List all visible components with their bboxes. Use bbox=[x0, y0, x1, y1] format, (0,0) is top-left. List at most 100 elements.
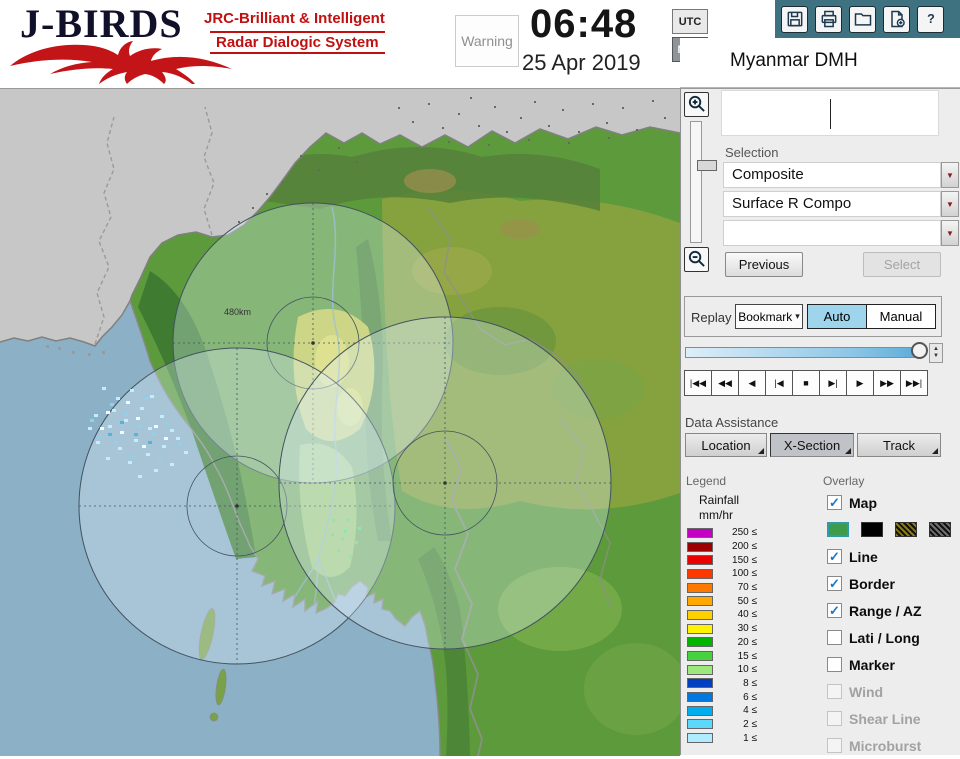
checkbox[interactable] bbox=[827, 711, 842, 726]
save-button[interactable] bbox=[781, 5, 808, 33]
playback-button[interactable]: ▶ bbox=[846, 370, 874, 396]
x-section-button[interactable]: X-Section bbox=[770, 433, 854, 457]
zoom-in-icon bbox=[687, 94, 706, 116]
playback-button[interactable]: ▶| bbox=[819, 370, 847, 396]
dropdown-arrow-button[interactable] bbox=[941, 162, 959, 188]
legend-row: 70 ≤ bbox=[687, 581, 757, 595]
product-dropdown-value[interactable]: Composite bbox=[723, 162, 941, 188]
legend-value: 20 ≤ bbox=[737, 636, 757, 648]
zoom-out-icon bbox=[687, 249, 706, 271]
legend-swatch bbox=[687, 719, 713, 730]
legend-row: 30 ≤ bbox=[687, 622, 757, 636]
overlay-item-label: Line bbox=[849, 548, 878, 565]
checkbox[interactable]: ✓ bbox=[827, 576, 842, 591]
open-folder-button[interactable] bbox=[849, 5, 876, 33]
save-icon bbox=[785, 9, 805, 29]
legend-row: 150 ≤ bbox=[687, 553, 757, 567]
radar-map[interactable]: 480km bbox=[0, 88, 680, 756]
svg-text:?: ? bbox=[927, 12, 935, 26]
legend-title: Rainfall bbox=[699, 493, 740, 507]
legend-value: 150 ≤ bbox=[732, 554, 757, 566]
dropdown-arrow-button[interactable] bbox=[941, 220, 959, 246]
export-button[interactable] bbox=[883, 5, 910, 33]
map-style-swatch[interactable] bbox=[895, 522, 917, 537]
playback-button[interactable]: |◀◀ bbox=[684, 370, 712, 396]
manual-button[interactable]: Manual bbox=[866, 304, 936, 329]
overlay-item-label: Map bbox=[849, 494, 877, 511]
overlay-item-shear-line: Shear Line bbox=[827, 705, 956, 732]
option-dropdown-value[interactable] bbox=[723, 220, 941, 246]
map-style-swatch[interactable] bbox=[861, 522, 883, 537]
legend-value: 250 ≤ bbox=[732, 527, 757, 539]
playback-button[interactable]: ■ bbox=[792, 370, 820, 396]
legend-swatch bbox=[687, 733, 713, 744]
playback-button[interactable]: ◀ bbox=[738, 370, 766, 396]
map-style-swatch[interactable] bbox=[929, 522, 951, 537]
legend-row: 2 ≤ bbox=[687, 718, 757, 732]
legend-swatch bbox=[687, 541, 713, 552]
control-panel: Selection Composite Surface R Compo Prev… bbox=[680, 88, 960, 755]
previous-button[interactable]: Previous bbox=[725, 252, 803, 277]
legend-row: 4 ≤ bbox=[687, 704, 757, 718]
zoom-slider-handle[interactable] bbox=[697, 160, 717, 171]
checkbox[interactable] bbox=[827, 684, 842, 699]
utc-button[interactable]: UTC bbox=[672, 9, 708, 34]
subproduct-dropdown-value[interactable]: Surface R Compo bbox=[723, 191, 941, 217]
legend-value: 50 ≤ bbox=[737, 595, 757, 607]
toolbar: ? bbox=[775, 0, 960, 38]
location-button[interactable]: Location bbox=[685, 433, 767, 457]
option-dropdown[interactable] bbox=[723, 220, 959, 246]
time-slider[interactable] bbox=[685, 341, 943, 363]
product-dropdown[interactable]: Composite bbox=[723, 162, 959, 188]
playback-button[interactable]: ▶▶ bbox=[873, 370, 901, 396]
overlay-item-label: Lati / Long bbox=[849, 629, 920, 646]
zoom-slider[interactable] bbox=[690, 121, 717, 243]
legend-swatch bbox=[687, 527, 713, 538]
legend-value: 15 ≤ bbox=[737, 650, 757, 662]
map-style-swatch[interactable] bbox=[827, 522, 849, 537]
legend-swatch bbox=[687, 651, 713, 662]
overlay-item-map: ✓ Map bbox=[827, 489, 956, 516]
legend-row: 50 ≤ bbox=[687, 594, 757, 608]
select-button[interactable]: Select bbox=[863, 252, 941, 277]
zoom-out-button[interactable] bbox=[684, 247, 709, 272]
legend-row: 20 ≤ bbox=[687, 636, 757, 650]
bookmark-button[interactable]: Bookmark bbox=[735, 304, 803, 329]
legend-swatch bbox=[687, 568, 713, 579]
print-button[interactable] bbox=[815, 5, 842, 33]
checkbox[interactable]: ✓ bbox=[827, 603, 842, 618]
command-input[interactable] bbox=[721, 90, 939, 136]
legend-units: mm/hr bbox=[699, 508, 733, 522]
overlay-item-label: Marker bbox=[849, 656, 895, 673]
checkbox[interactable] bbox=[827, 630, 842, 645]
time-spinner[interactable] bbox=[929, 343, 943, 363]
auto-button[interactable]: Auto bbox=[807, 304, 867, 329]
dropdown-arrow-button[interactable] bbox=[941, 191, 959, 217]
checkbox[interactable]: ✓ bbox=[827, 549, 842, 564]
legend-value: 10 ≤ bbox=[737, 664, 757, 676]
legend-value: 200 ≤ bbox=[732, 541, 757, 553]
legend-scale: 250 ≤ 200 ≤150 ≤ 100 ≤ 70 ≤50 ≤ 40 ≤ 30 ≤20 ≤… bbox=[687, 526, 757, 745]
zoom-in-button[interactable] bbox=[684, 92, 709, 117]
time-slider-handle[interactable] bbox=[911, 342, 928, 359]
track-button[interactable]: Track bbox=[857, 433, 941, 457]
subproduct-dropdown[interactable]: Surface R Compo bbox=[723, 191, 959, 217]
legend-swatch bbox=[687, 555, 713, 566]
playback-button[interactable]: ◀◀ bbox=[711, 370, 739, 396]
overlay-item-line: ✓ Line bbox=[827, 543, 956, 570]
help-button[interactable]: ? bbox=[917, 5, 944, 33]
legend-row: 8 ≤ bbox=[687, 677, 757, 691]
overlay-item-label: Microburst bbox=[849, 737, 922, 754]
checkbox[interactable]: ✓ bbox=[827, 495, 842, 510]
playback-button[interactable]: |◀ bbox=[765, 370, 793, 396]
time-slider-track[interactable] bbox=[685, 347, 923, 358]
checkbox[interactable] bbox=[827, 657, 842, 672]
warning-indicator[interactable]: Warning bbox=[455, 15, 519, 67]
legend-row: 10 ≤ bbox=[687, 663, 757, 677]
checkbox[interactable] bbox=[827, 738, 842, 753]
legend-value: 2 ≤ bbox=[743, 718, 757, 730]
folder-icon bbox=[853, 9, 873, 29]
legend-value: 6 ≤ bbox=[743, 691, 757, 703]
playback-button[interactable]: ▶▶| bbox=[900, 370, 928, 396]
overlay-label: Overlay bbox=[823, 474, 865, 488]
